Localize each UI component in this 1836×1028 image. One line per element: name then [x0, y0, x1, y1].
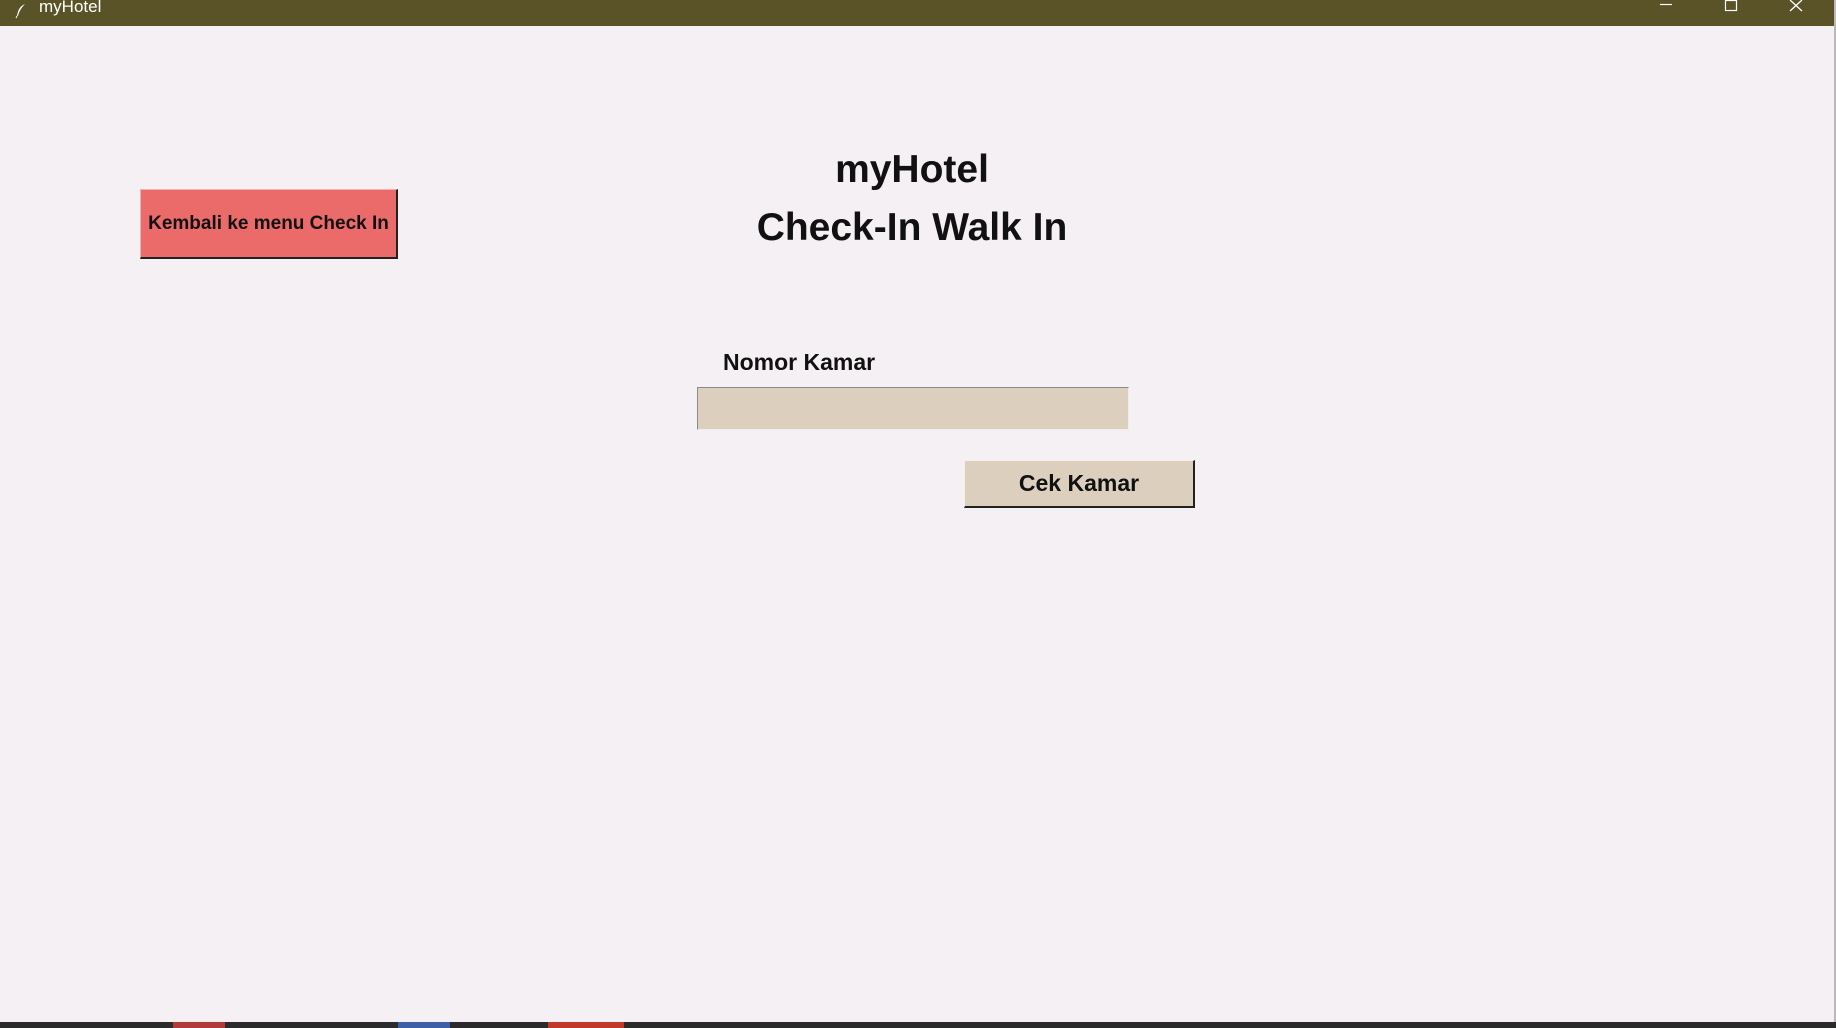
minimize-button[interactable]: [1636, 0, 1696, 26]
close-button[interactable]: [1766, 0, 1826, 26]
close-icon: [1788, 0, 1804, 12]
room-number-label: Nomor Kamar: [723, 349, 876, 375]
taskbar-item: [173, 1022, 225, 1028]
room-number-input[interactable]: [697, 387, 1129, 430]
feather-icon: [14, 3, 28, 19]
main-content: Kembali ke menu Check In myHotel Check-I…: [0, 26, 1834, 1022]
app-window: myHotel Kembali ke menu Check In myHotel…: [0, 0, 1834, 1022]
page-subtitle: Check-In Walk In: [756, 206, 1068, 249]
maximize-button[interactable]: [1701, 0, 1761, 26]
maximize-icon: [1723, 0, 1739, 12]
check-room-button[interactable]: Cek Kamar: [964, 460, 1195, 508]
back-to-checkin-menu-button[interactable]: Kembali ke menu Check In: [140, 189, 398, 259]
taskbar-item: [398, 1022, 450, 1028]
app-title: myHotel: [835, 148, 989, 191]
window-title: myHotel: [39, 0, 102, 16]
minimize-icon: [1658, 0, 1674, 10]
taskbar-strip: [0, 1022, 1836, 1028]
window-titlebar[interactable]: myHotel: [0, 0, 1834, 26]
taskbar-item: [548, 1022, 624, 1028]
